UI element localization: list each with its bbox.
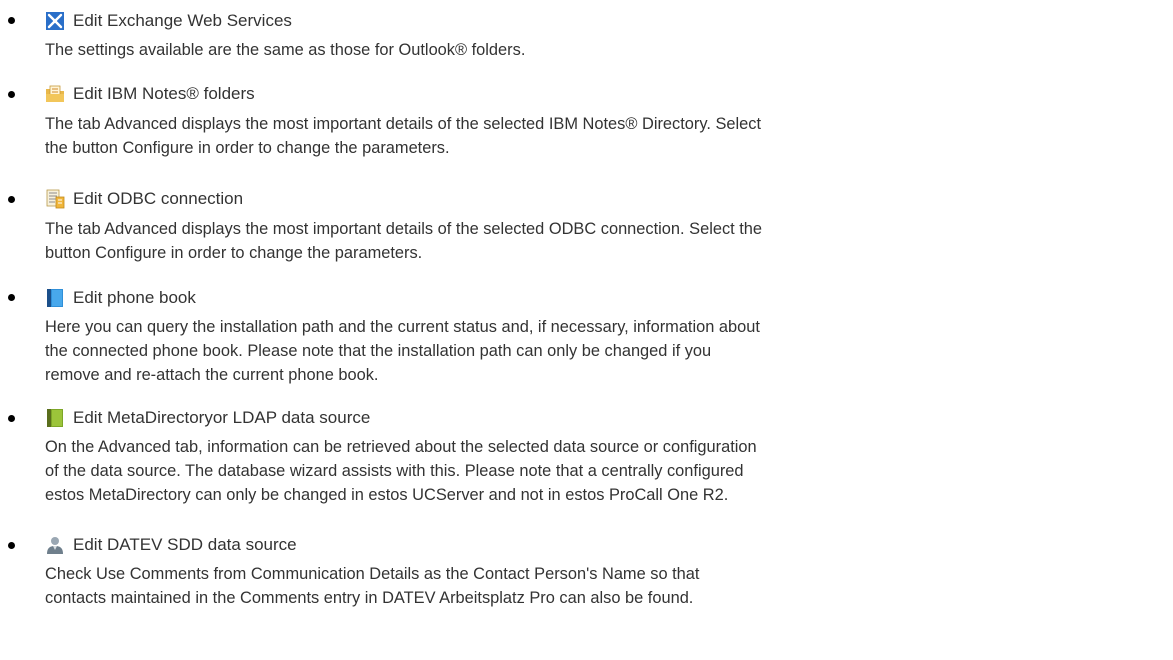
bullet — [8, 294, 15, 301]
item-title: Edit MetaDirectoryor LDAP data source — [73, 408, 371, 427]
item-heading: Edit Exchange Web Services — [45, 10, 292, 32]
bullet — [8, 17, 15, 24]
odbc-connection-icon — [45, 189, 65, 209]
description-line: contacts maintained in the Comments entr… — [45, 589, 694, 607]
item-description: The tab Advanced displays the most impor… — [45, 217, 1165, 265]
ibm-notes-folder-icon — [45, 84, 65, 104]
description-line: Here you can query the installation path… — [45, 318, 760, 336]
description-line: of the data source. The database wizard … — [45, 462, 744, 480]
item-description: Check Use Comments from Communication De… — [45, 562, 1165, 610]
item-title: Edit phone book — [73, 288, 196, 307]
item-heading: Edit phone book — [45, 287, 196, 309]
item-description: The settings available are the same as t… — [45, 38, 1165, 62]
item-heading: Edit IBM Notes® folders — [45, 83, 255, 105]
item-heading: Edit MetaDirectoryor LDAP data source — [45, 407, 370, 429]
bullet — [8, 196, 15, 203]
item-description: The tab Advanced displays the most impor… — [45, 112, 1165, 160]
description-line: remove and re-attach the current phone b… — [45, 366, 379, 384]
metadirectory-ldap-icon — [45, 408, 65, 428]
item-description: On the Advanced tab, information can be … — [45, 435, 1165, 507]
description-line: Check Use Comments from Communication De… — [45, 565, 700, 583]
item-title: Edit Exchange Web Services — [73, 11, 292, 30]
description-line: the connected phone book. Please note th… — [45, 342, 712, 360]
description-line: button Configure in order to change the … — [45, 244, 423, 262]
datev-sdd-person-icon — [45, 535, 65, 555]
item-title: Edit ODBC connection — [73, 189, 244, 208]
item-description: Here you can query the installation path… — [45, 315, 1165, 387]
item-title: Edit IBM Notes® folders — [73, 84, 255, 103]
description-line: The settings available are the same as t… — [45, 41, 526, 59]
bullet — [8, 542, 15, 549]
description-line: The tab Advanced displays the most impor… — [45, 220, 763, 238]
bullet — [8, 91, 15, 98]
exchange-web-services-icon — [45, 11, 65, 31]
description-line: The tab Advanced displays the most impor… — [45, 115, 762, 133]
item-title: Edit DATEV SDD data source — [73, 535, 297, 554]
item-heading: Edit DATEV SDD data source — [45, 534, 297, 556]
description-line: the button Configure in order to change … — [45, 139, 450, 157]
bullet — [8, 415, 15, 422]
description-line: estos MetaDirectory can only be changed … — [45, 486, 729, 504]
phone-book-icon — [45, 288, 65, 308]
item-heading: Edit ODBC connection — [45, 188, 243, 210]
description-line: On the Advanced tab, information can be … — [45, 438, 757, 456]
